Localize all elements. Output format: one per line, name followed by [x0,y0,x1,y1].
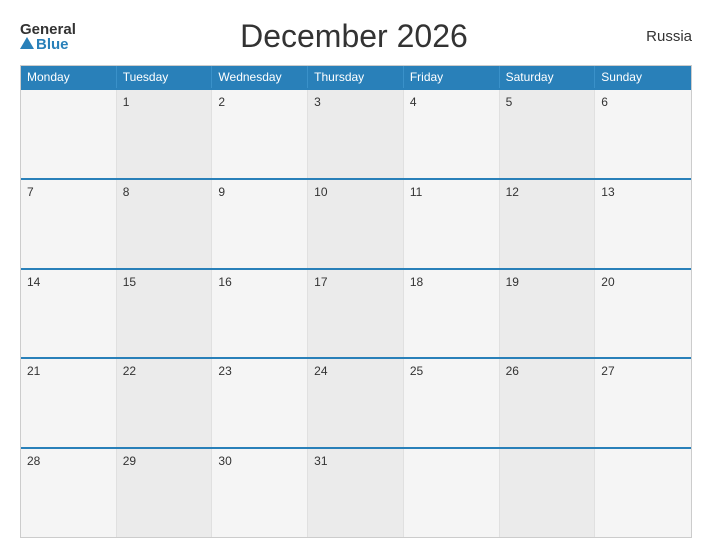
day-number: 15 [123,275,136,289]
week-row-2: 14 15 16 17 18 19 20 [21,268,691,358]
day-number: 21 [27,364,40,378]
day-cell-8: 8 [117,180,213,268]
header: General Blue December 2026 Russia [20,18,692,55]
header-day-tuesday: Tuesday [117,66,213,88]
day-cell-9: 9 [212,180,308,268]
header-day-wednesday: Wednesday [212,66,308,88]
day-number: 3 [314,95,321,109]
day-number: 18 [410,275,423,289]
header-day-monday: Monday [21,66,117,88]
header-day-saturday: Saturday [500,66,596,88]
calendar-grid: MondayTuesdayWednesdayThursdayFridaySatu… [20,65,692,538]
day-cell-empty [21,90,117,178]
day-cell-28: 28 [21,449,117,537]
day-number: 13 [601,185,614,199]
calendar-page: General Blue December 2026 Russia Monday… [0,0,712,550]
calendar-header-row: MondayTuesdayWednesdayThursdayFridaySatu… [21,66,691,88]
day-cell-20: 20 [595,270,691,358]
day-cell-10: 10 [308,180,404,268]
day-cell-3: 3 [308,90,404,178]
day-number: 17 [314,275,327,289]
day-number: 27 [601,364,614,378]
header-day-sunday: Sunday [595,66,691,88]
day-cell-27: 27 [595,359,691,447]
day-cell-16: 16 [212,270,308,358]
week-row-0: 1 2 3 4 5 6 [21,88,691,178]
day-cell-25: 25 [404,359,500,447]
calendar-body: 1234567891011121314151617181920212223242… [21,88,691,537]
logo-general-text: General [20,22,76,37]
day-number: 26 [506,364,519,378]
day-cell-23: 23 [212,359,308,447]
day-number: 7 [27,185,34,199]
day-cell-31: 31 [308,449,404,537]
day-cell-5: 5 [500,90,596,178]
logo-blue-text: Blue [20,37,69,52]
day-number: 16 [218,275,231,289]
day-number: 22 [123,364,136,378]
header-day-friday: Friday [404,66,500,88]
logo-triangle-icon [20,37,34,49]
day-number: 20 [601,275,614,289]
country-label: Russia [632,28,692,45]
day-number: 4 [410,95,417,109]
day-cell-18: 18 [404,270,500,358]
day-number: 5 [506,95,513,109]
calendar-title: December 2026 [76,18,632,55]
day-cell-2: 2 [212,90,308,178]
week-row-3: 21 22 23 24 25 26 27 [21,357,691,447]
day-number: 10 [314,185,327,199]
day-number: 1 [123,95,130,109]
day-number: 12 [506,185,519,199]
day-number: 8 [123,185,130,199]
day-cell-21: 21 [21,359,117,447]
day-number: 9 [218,185,225,199]
day-number: 24 [314,364,327,378]
day-cell-17: 17 [308,270,404,358]
day-number: 25 [410,364,423,378]
day-number: 31 [314,454,327,468]
day-number: 14 [27,275,40,289]
day-cell-30: 30 [212,449,308,537]
day-number: 2 [218,95,225,109]
day-cell-4: 4 [404,90,500,178]
day-number: 11 [410,185,422,199]
day-cell-7: 7 [21,180,117,268]
day-cell-12: 12 [500,180,596,268]
day-cell-empty [500,449,596,537]
day-number: 29 [123,454,136,468]
day-number: 28 [27,454,40,468]
day-cell-15: 15 [117,270,213,358]
day-number: 23 [218,364,231,378]
logo: General Blue [20,22,76,52]
day-cell-19: 19 [500,270,596,358]
header-day-thursday: Thursday [308,66,404,88]
day-cell-empty [404,449,500,537]
day-cell-6: 6 [595,90,691,178]
week-row-4: 28 29 30 31 [21,447,691,537]
day-number: 19 [506,275,519,289]
week-row-1: 7 8 9 10 11 12 13 [21,178,691,268]
day-cell-29: 29 [117,449,213,537]
day-cell-14: 14 [21,270,117,358]
day-cell-13: 13 [595,180,691,268]
day-cell-empty [595,449,691,537]
day-cell-22: 22 [117,359,213,447]
day-number: 6 [601,95,608,109]
day-cell-11: 11 [404,180,500,268]
day-cell-26: 26 [500,359,596,447]
day-number: 30 [218,454,231,468]
day-cell-24: 24 [308,359,404,447]
day-cell-1: 1 [117,90,213,178]
